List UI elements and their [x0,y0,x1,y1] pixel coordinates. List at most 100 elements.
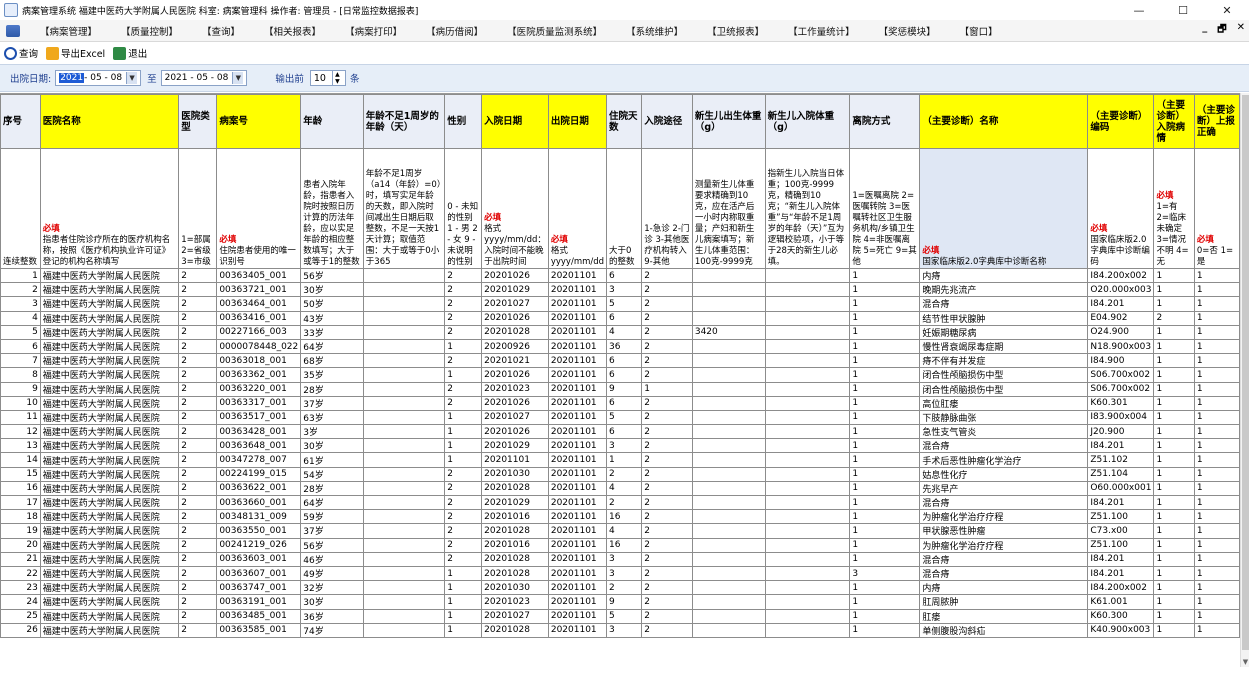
table-cell[interactable]: 20201101 [547,509,608,525]
table-cell[interactable]: 福建中医药大学附属人民医院 [39,580,180,596]
table-cell[interactable]: 内痔 [919,267,1089,284]
table-cell[interactable] [362,296,446,312]
table-row[interactable]: 14 福建中医药大学附属人民医院 2 00347278_007 61岁 1 20201101… [0,452,1240,468]
table-cell[interactable]: 30岁 [300,438,364,454]
table-cell[interactable]: 28岁 [300,480,364,497]
table-cell[interactable] [764,381,851,397]
table-cell[interactable]: 8 [0,367,41,383]
table-cell[interactable]: 36岁 [300,608,364,624]
menu-reward-punish[interactable]: 【奖惩模块】 [867,24,948,38]
table-cell[interactable] [691,537,766,553]
table-cell[interactable]: 2 [178,395,218,411]
table-row[interactable]: 8 福建中医药大学附属人民医院 2 00363362_001 35岁 1 20201026 2… [0,367,1240,383]
table-cell[interactable] [764,580,851,596]
table-cell[interactable]: 2 [444,466,483,482]
table-cell[interactable]: 福建中医药大学附属人民医院 [39,452,180,468]
table-cell[interactable]: 1 [1193,494,1240,511]
from-date-picker[interactable]: 2021 - 05 - 08 ▼ [55,70,142,86]
table-cell[interactable] [764,523,851,539]
table-cell[interactable]: 2 [641,282,693,298]
table-cell[interactable]: 20 [0,537,41,553]
table-cell[interactable]: 4 [606,324,643,340]
table-cell[interactable] [691,608,766,624]
table-cell[interactable]: 2 [178,282,218,298]
table-cell[interactable]: 2 [641,367,693,383]
menu-medical-record[interactable]: 【病案管理】 [28,24,109,38]
table-cell[interactable]: 1 [1153,523,1195,539]
table-cell[interactable]: 2 [444,523,483,539]
table-cell[interactable]: 慢性肾衰竭尿毒症期 [919,338,1089,355]
table-cell[interactable]: 福建中医药大学附属人民医院 [39,296,180,312]
table-cell[interactable]: 2 [606,580,643,596]
table-cell[interactable]: 20201101 [547,310,608,326]
table-cell[interactable]: 1 [1193,537,1240,553]
table-cell[interactable]: O20.000x003 [1087,282,1155,298]
spinner-arrows-icon[interactable]: ▲ ▼ [331,71,342,85]
table-cell[interactable]: Z51.100 [1087,509,1155,525]
table-cell[interactable]: 2 [178,353,218,369]
table-cell[interactable] [362,310,446,326]
table-cell[interactable]: 7 [0,353,41,369]
table-cell[interactable]: O24.900 [1087,324,1155,340]
table-cell[interactable] [362,395,446,411]
table-cell[interactable]: 20201026 [481,267,549,284]
table-cell[interactable]: 2 [641,608,693,624]
table-cell[interactable] [764,494,851,511]
table-cell[interactable]: 64岁 [300,338,364,355]
table-cell[interactable]: 00347278_007 [216,452,302,468]
table-cell[interactable]: 00363517_001 [216,409,302,426]
table-cell[interactable]: 20201101 [547,537,608,553]
table-cell[interactable]: 20201023 [481,381,549,397]
table-row[interactable]: 15 福建中医药大学附属人民医院 2 00224199_015 54岁 2 20201030… [0,466,1240,482]
table-cell[interactable]: 00363648_001 [216,438,302,454]
table-cell[interactable]: 2 [178,424,218,440]
table-cell[interactable]: 2 [178,580,218,596]
table-cell[interactable]: 20201101 [547,395,608,411]
table-cell[interactable]: 单侧腹股沟斜疝 [919,622,1089,638]
table-cell[interactable] [691,381,766,397]
table-cell[interactable]: 00363405_001 [216,267,302,284]
table-cell[interactable]: 1 [849,324,921,340]
table-cell[interactable]: 闭合性颅脑损伤中型 [919,367,1089,383]
table-cell[interactable]: 福建中医药大学附属人民医院 [39,608,180,624]
table-cell[interactable]: 00363603_001 [216,551,302,567]
table-cell[interactable]: 9 [0,381,41,397]
table-cell[interactable]: 20201023 [481,594,549,610]
table-cell[interactable]: 1 [1193,551,1240,567]
table-cell[interactable]: 20201026 [481,424,549,440]
table-cell[interactable]: 2 [641,324,693,340]
table-cell[interactable]: I84.200x002 [1087,267,1155,284]
table-cell[interactable] [362,523,446,539]
table-cell[interactable]: 2 [641,409,693,426]
table-cell[interactable] [691,580,766,596]
table-cell[interactable] [691,622,766,638]
table-cell[interactable]: 1 [849,409,921,426]
table-cell[interactable]: 2 [178,523,218,539]
table-cell[interactable]: 26 [0,622,41,638]
table-row[interactable]: 2 福建中医药大学附属人民医院 2 00363721_001 30岁 2 20201029 2… [0,282,1240,298]
table-cell[interactable]: 20201101 [547,452,608,468]
table-cell[interactable] [362,537,446,553]
table-cell[interactable]: 2 [444,267,483,284]
table-cell[interactable]: 22 [0,565,41,582]
table-cell[interactable]: K60.301 [1087,395,1155,411]
table-cell[interactable]: I84.900 [1087,353,1155,369]
table-cell[interactable]: 74岁 [300,622,364,638]
table-cell[interactable] [691,338,766,355]
table-cell[interactable]: 20201028 [481,551,549,567]
table-row[interactable]: 3 福建中医药大学附属人民医院 2 00363464_001 50岁 2 20201027 2… [0,296,1240,312]
table-row[interactable]: 24 福建中医药大学附属人民医院 2 00363191_001 30岁 1 20201023… [0,594,1240,610]
table-cell[interactable]: 00363416_001 [216,310,302,326]
table-cell[interactable]: 37岁 [300,395,364,411]
table-cell[interactable]: 1 [849,537,921,553]
table-cell[interactable]: Z51.102 [1087,452,1155,468]
table-cell[interactable]: 1 [1153,367,1195,383]
table-row[interactable]: 1 福建中医药大学附属人民医院 2 00363405_001 56岁 2 20201026 2… [0,267,1240,284]
table-cell[interactable]: 63岁 [300,409,364,426]
table-cell[interactable]: 6 [606,267,643,284]
table-cell[interactable]: 1 [849,267,921,284]
table-cell[interactable]: 59岁 [300,509,364,525]
table-cell[interactable]: 23 [0,580,41,596]
table-cell[interactable] [362,622,446,638]
table-row[interactable]: 11 福建中医药大学附属人民医院 2 00363517_001 63岁 1 20201027… [0,409,1240,426]
